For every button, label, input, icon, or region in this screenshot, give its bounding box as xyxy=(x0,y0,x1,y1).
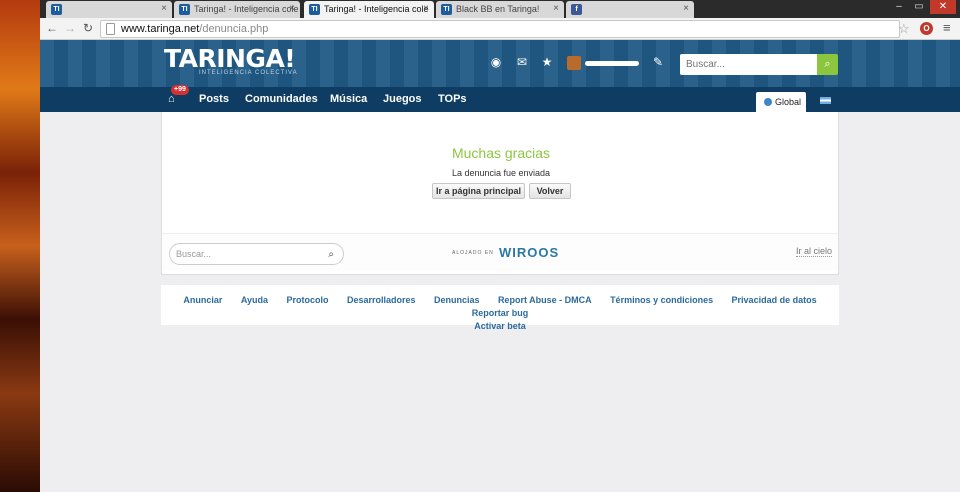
desktop-wallpaper xyxy=(0,0,40,492)
tab-4[interactable]: TI Black BB en Taringa! × xyxy=(436,1,564,18)
taringa-favicon-icon: TI xyxy=(309,4,320,15)
footer-link-report-abuse[interactable]: Report Abuse - DMCA xyxy=(498,295,592,305)
footer-link-reportar-bug[interactable]: Reportar bug xyxy=(472,308,529,318)
facebook-favicon-icon: f xyxy=(571,4,582,15)
url-host: www.taringa.net xyxy=(121,23,200,35)
tab-title: Taringa! - Inteligencia cole xyxy=(194,4,299,14)
thanks-title: Muchas gracias xyxy=(451,145,551,161)
address-bar[interactable]: www.taringa.net/denuncia.php xyxy=(100,20,900,38)
nav-posts[interactable]: Posts xyxy=(199,93,229,105)
forward-arrow-icon[interactable]: → xyxy=(62,21,78,35)
taringa-favicon-icon: TI xyxy=(179,4,190,15)
tab-5[interactable]: f × xyxy=(566,1,694,18)
notification-badge: +99 xyxy=(171,85,189,95)
extension-icon[interactable]: O xyxy=(920,22,933,35)
tab-title: Black BB en Taringa! xyxy=(456,4,540,14)
argentina-flag-icon[interactable] xyxy=(820,97,831,104)
tab-strip: TI × TI Taringa! - Inteligencia cole × T… xyxy=(40,0,960,18)
username-redacted[interactable] xyxy=(585,61,639,66)
bookmark-star-icon[interactable]: ☆ xyxy=(898,21,910,37)
back-button[interactable]: Volver xyxy=(529,183,571,199)
footer-links: Anunciar Ayuda Protocolo Desarrolladores… xyxy=(161,285,839,331)
close-tab-icon[interactable]: × xyxy=(161,3,167,14)
eye-icon[interactable]: ◉ xyxy=(488,55,504,69)
card-footer: Buscar... ⌕ ALOJADO EN WIROOS Ir al ciel… xyxy=(162,233,838,271)
footer-link-activar-beta[interactable]: Activar beta xyxy=(474,321,526,331)
nav-comunidades[interactable]: Comunidades xyxy=(245,93,318,105)
search-icon[interactable]: ⌕ xyxy=(328,245,334,265)
footer-link-privacidad[interactable]: Privacidad de datos xyxy=(732,295,817,305)
main-nav: ⌂ +99 Posts Comunidades Música Juegos TO… xyxy=(40,85,960,112)
nav-musica[interactable]: Música xyxy=(330,93,367,105)
maximize-icon[interactable]: ▭ xyxy=(910,0,928,14)
globe-icon xyxy=(764,98,772,106)
tab-1[interactable]: TI × xyxy=(46,1,172,18)
footer-link-protocolo[interactable]: Protocolo xyxy=(287,295,329,305)
go-home-button[interactable]: Ir a página principal xyxy=(432,183,525,199)
global-tab[interactable]: Global xyxy=(756,92,806,112)
minimize-icon[interactable]: – xyxy=(890,0,908,14)
reload-icon[interactable]: ↻ xyxy=(80,21,96,35)
taringa-logo[interactable]: TARINGA! xyxy=(164,44,296,73)
star-icon[interactable]: ★ xyxy=(539,55,555,69)
tab-title: Taringa! - Inteligencia cole xyxy=(324,4,429,14)
close-tab-icon[interactable]: × xyxy=(683,3,689,14)
url-path: /denuncia.php xyxy=(199,23,269,35)
footer-search-input[interactable]: Buscar... ⌕ xyxy=(169,243,344,265)
close-tab-icon[interactable]: × xyxy=(289,3,295,14)
site-header: TARINGA! INTELIGENCIA COLECTIVA ◉ ✉ ★ ✎ … xyxy=(40,40,960,87)
window-controls: – ▭ ✕ xyxy=(890,0,956,16)
footer-link-terminos[interactable]: Términos y condiciones xyxy=(610,295,713,305)
nav-juegos[interactable]: Juegos xyxy=(383,93,422,105)
avatar[interactable] xyxy=(567,56,581,70)
footer-link-desarrolladores[interactable]: Desarrolladores xyxy=(347,295,416,305)
chrome-menu-icon[interactable]: ≡ xyxy=(943,20,951,35)
browser-toolbar: ← → ↻ www.taringa.net/denuncia.php ☆ O ≡ xyxy=(40,18,960,40)
taringa-favicon-icon: TI xyxy=(51,4,62,15)
site-slogan: INTELIGENCIA COLECTIVA xyxy=(199,70,298,76)
report-sent-message: La denuncia fue enviada xyxy=(451,168,551,178)
close-window-icon[interactable]: ✕ xyxy=(930,0,956,14)
back-to-top-link[interactable]: Ir al cielo xyxy=(795,246,832,257)
hosted-label: ALOJADO EN xyxy=(452,250,494,256)
footer-link-denuncias[interactable]: Denuncias xyxy=(434,295,480,305)
back-arrow-icon[interactable]: ← xyxy=(44,21,60,35)
mail-icon[interactable]: ✉ xyxy=(514,55,530,69)
close-tab-icon[interactable]: × xyxy=(423,3,429,14)
footer-search-placeholder: Buscar... xyxy=(176,249,212,259)
page-icon xyxy=(106,23,115,35)
search-icon[interactable]: ⌕ xyxy=(817,54,838,75)
taringa-favicon-icon: TI xyxy=(441,4,452,15)
footer-link-ayuda[interactable]: Ayuda xyxy=(241,295,268,305)
tab-3-active[interactable]: TI Taringa! - Inteligencia cole × xyxy=(304,1,434,18)
report-confirmation-card: Muchas gracias La denuncia fue enviada I… xyxy=(161,112,839,275)
footer-link-anunciar[interactable]: Anunciar xyxy=(183,295,222,305)
edit-icon[interactable]: ✎ xyxy=(650,55,666,69)
global-label: Global xyxy=(775,97,802,107)
browser-window: TI × TI Taringa! - Inteligencia cole × T… xyxy=(40,0,960,492)
nav-tops[interactable]: TOPs xyxy=(438,93,467,105)
header-search-input[interactable] xyxy=(680,54,817,75)
wiroos-logo[interactable]: WIROOS xyxy=(499,245,559,260)
close-tab-icon[interactable]: × xyxy=(553,3,559,14)
tab-2[interactable]: TI Taringa! - Inteligencia cole × xyxy=(174,1,300,18)
